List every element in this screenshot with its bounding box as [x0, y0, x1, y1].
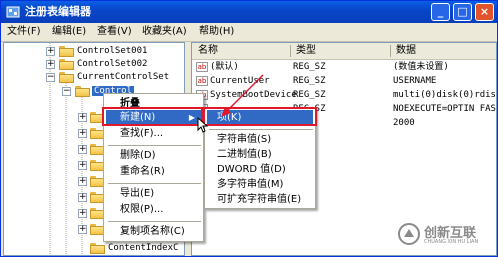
list-header: 名称 类型 数据 [192, 43, 496, 60]
expand-toggle[interactable]: + [78, 209, 87, 218]
tree-item-controlset002[interactable]: ControlSet002 [77, 58, 147, 71]
expand-toggle[interactable]: + [78, 145, 87, 154]
expand-toggle[interactable]: + [78, 177, 87, 186]
value-data: 2000 [393, 118, 415, 128]
value-type: REG_SZ [293, 62, 326, 72]
submenu-item-string-value[interactable]: 字符串值(S) [217, 132, 271, 148]
menu-item-rename[interactable]: 重命名(R) [120, 164, 165, 180]
menu-view[interactable]: 查看(V) [97, 26, 132, 38]
expand-toggle[interactable]: + [78, 113, 87, 122]
expand-toggle[interactable]: + [78, 193, 87, 202]
value-data: multi(0)disk(0)rdisk [393, 90, 497, 100]
expand-toggle[interactable]: + [78, 161, 87, 170]
open-folder-icon [59, 72, 74, 83]
close-button[interactable]: × [475, 3, 494, 21]
string-value-icon: ab [196, 62, 208, 72]
submenu-item-binary-value[interactable]: 二进制值(B) [217, 147, 272, 163]
folder-icon [90, 243, 105, 254]
value-type: REG_SZ [293, 76, 326, 86]
window-title: 注册表编辑器 [25, 5, 91, 18]
menu-item-delete[interactable]: 删除(D) [120, 148, 156, 164]
menu-edit[interactable]: 编辑(E) [52, 26, 86, 38]
column-divider[interactable] [290, 45, 291, 57]
menu-separator [108, 183, 201, 184]
menu-separator [108, 221, 201, 222]
expand-toggle[interactable]: + [78, 225, 87, 234]
menu-separator [209, 129, 313, 130]
menu-item-export[interactable]: 导出(E) [120, 186, 154, 202]
open-folder-icon [75, 86, 90, 97]
column-header-name[interactable]: 名称 [198, 45, 218, 57]
submenu-item-expandable-string-value[interactable]: 可扩充字符串值(E) [217, 192, 301, 208]
tree-item-controlset001[interactable]: ControlSet001 [77, 45, 147, 58]
annotation-arrow-icon [221, 74, 264, 117]
column-header-data[interactable]: 数据 [396, 45, 416, 57]
menu-item-copy-key-name[interactable]: 复制项名称(C) [120, 224, 185, 240]
folder-icon [59, 59, 74, 70]
menu-item-permissions[interactable]: 权限(P)... [120, 202, 163, 218]
menu-bar: 文件(F) 编辑(E) 查看(V) 收藏夹(A) 帮助(H) [1, 23, 497, 42]
tree-item-contentindexc[interactable]: ContentIndexC [108, 242, 178, 255]
mouse-cursor-icon [197, 117, 209, 133]
registry-editor-window: 注册表编辑器 _ □ × 文件(F) 编辑(E) 查看(V) 收藏夹(A) 帮助… [0, 0, 498, 257]
value-data: (数值未设置) [393, 62, 449, 72]
folder-icon [59, 46, 74, 57]
collapse-toggle[interactable]: − [46, 73, 55, 82]
regedit-app-icon [6, 6, 20, 18]
value-type: REG_SZ [293, 90, 326, 100]
value-data: USERNAME [393, 76, 437, 86]
collapse-toggle[interactable]: − [62, 87, 71, 96]
menu-favorites[interactable]: 收藏夹(A) [142, 26, 187, 38]
expand-toggle[interactable]: + [46, 60, 55, 69]
column-header-type[interactable]: 类型 [296, 45, 316, 57]
menu-help[interactable]: 帮助(H) [199, 26, 234, 38]
menu-item-find[interactable]: 查找(F)... [120, 126, 163, 142]
watermark-logo: 创新互联 CHUANG XIN HU LIAN [396, 219, 496, 249]
value-data: NOEXECUTE=OPTIN FAST [393, 104, 497, 114]
expand-toggle[interactable]: + [46, 47, 55, 56]
maximize-button[interactable]: □ [453, 3, 472, 21]
menu-separator [108, 145, 201, 146]
submenu-item-multi-string-value[interactable]: 多字符串值(M) [217, 177, 283, 193]
submenu-item-dword-value[interactable]: DWORD 值(D) [217, 162, 286, 178]
column-divider[interactable] [390, 45, 391, 57]
menu-file[interactable]: 文件(F) [7, 26, 41, 38]
title-bar: 注册表编辑器 _ □ × [1, 1, 497, 23]
tree-item-currentcontrolset[interactable]: CurrentControlSet [77, 71, 169, 84]
watermark-logo-icon [398, 223, 420, 245]
highlight-box-new [102, 107, 203, 126]
string-value-icon: ab [196, 76, 208, 86]
expand-toggle[interactable]: + [78, 129, 87, 138]
watermark-subtext: CHUANG XIN HU LIAN [424, 239, 479, 245]
minimize-button[interactable]: _ [431, 3, 450, 21]
